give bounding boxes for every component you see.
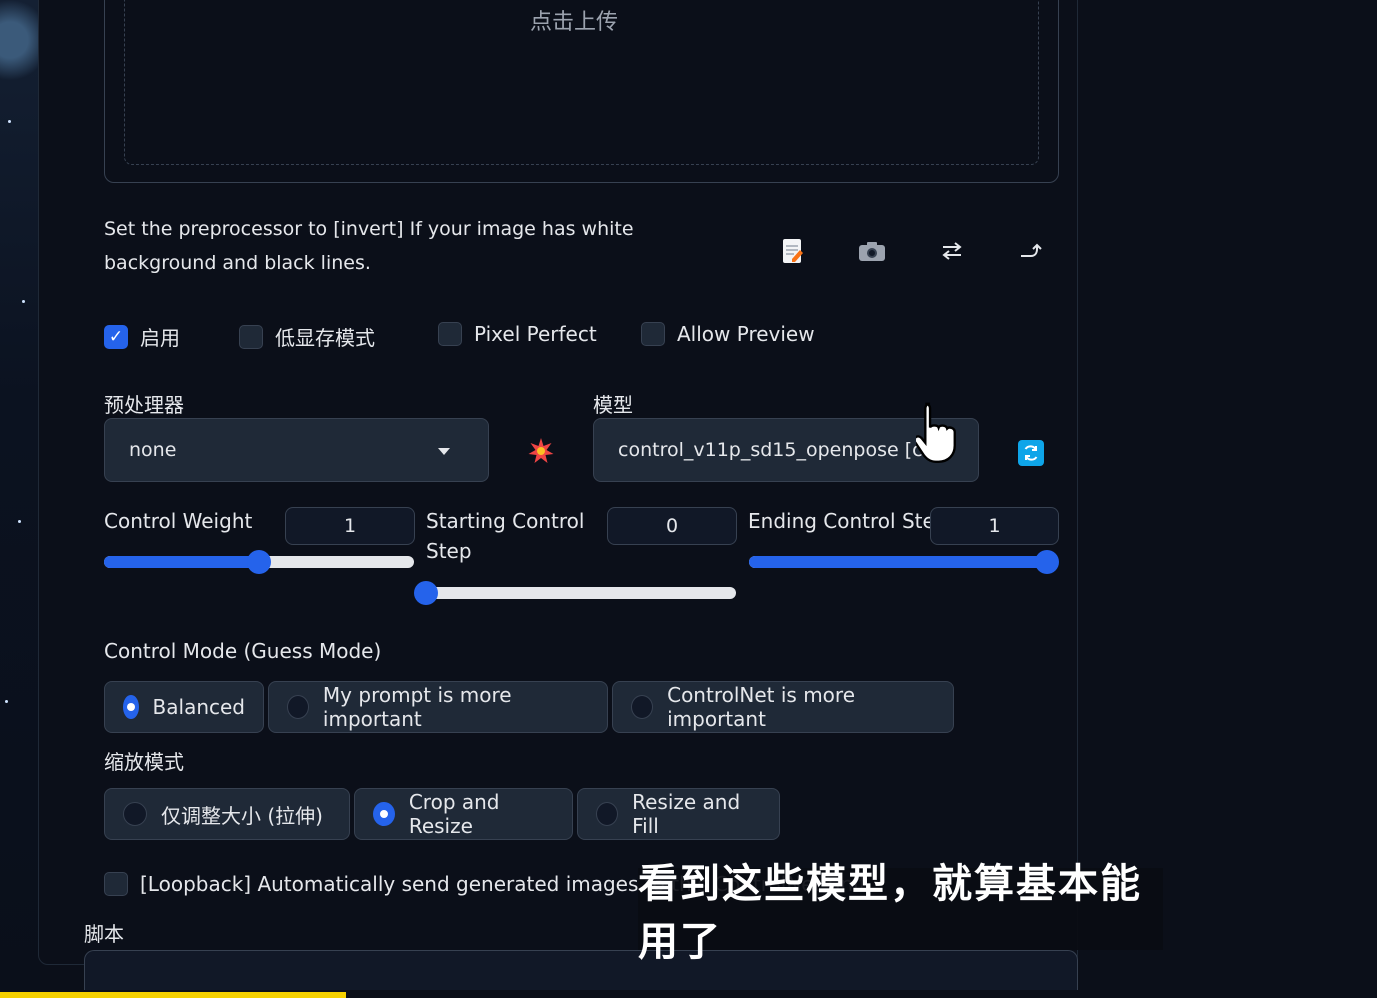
preprocessor-hint: Set the preprocessor to [invert] If your… (104, 218, 634, 274)
star-decoration (22, 300, 25, 303)
starting-step-label-line2: Step (426, 539, 472, 563)
control-weight-fill (104, 556, 259, 568)
control-mode-controlnet[interactable]: ControlNet is more important (612, 681, 954, 733)
right-background (1078, 0, 1377, 998)
resize-mode-resize-fill[interactable]: Resize and Fill (577, 788, 780, 840)
control-weight-handle[interactable] (247, 550, 271, 574)
control-mode-label: Control Mode (Guess Mode) (104, 639, 382, 663)
enable-label: 启用 (140, 326, 180, 350)
preprocessor-select[interactable]: none (104, 418, 489, 482)
edit-icon[interactable] (776, 234, 810, 268)
video-subtitle: 看到这些模型，就算基本能用了 (638, 861, 1163, 965)
script-label: 脚本 (84, 922, 124, 946)
radio-resize-fill[interactable] (596, 802, 619, 826)
resize-mode-option-label: Resize and Fill (632, 790, 741, 838)
video-progress-bar (0, 992, 346, 998)
control-mode-balanced[interactable]: Balanced (104, 681, 264, 733)
pixel-perfect-label: Pixel Perfect (474, 322, 597, 346)
control-weight-input[interactable]: 1 (285, 507, 415, 545)
preprocessor-value: none (129, 439, 177, 461)
model-label: 模型 (593, 393, 633, 417)
star-decoration (5, 700, 8, 703)
starting-step-input[interactable]: 0 (607, 507, 737, 545)
starting-step-handle[interactable] (414, 581, 438, 605)
ending-step-fill (749, 556, 1047, 568)
radio-just-resize[interactable] (123, 802, 147, 826)
run-preprocessor-icon[interactable] (527, 437, 555, 469)
camera-icon[interactable] (855, 234, 889, 268)
starting-step-slider[interactable] (414, 581, 736, 605)
control-mode-option-label: ControlNet is more important (667, 683, 856, 731)
allow-preview-checkbox[interactable] (641, 322, 665, 346)
background-starfield (0, 0, 40, 998)
control-mode-option-label: My prompt is more important (322, 683, 512, 731)
swap-icon[interactable] (935, 234, 969, 268)
control-weight-slider[interactable] (104, 550, 414, 574)
enable-checkbox[interactable]: ✓ (104, 324, 128, 349)
radio-controlnet[interactable] (631, 695, 654, 719)
allow-preview-checkbox-row[interactable]: Allow Preview (641, 322, 815, 346)
radio-prompt[interactable] (287, 695, 309, 719)
ending-step-input[interactable]: 1 (930, 507, 1059, 545)
resize-mode-crop-resize[interactable]: Crop and Resize (354, 788, 573, 840)
resize-mode-option-label: Crop and Resize (408, 790, 500, 838)
model-value: control_v11p_sd15_openpose [c (618, 439, 923, 461)
low-vram-label: 低显存模式 (275, 326, 375, 350)
star-decoration (8, 120, 11, 123)
allow-preview-label: Allow Preview (677, 322, 815, 346)
starting-step-label: Starting Control (426, 509, 585, 533)
control-mode-group: Balanced My prompt is more important Con… (104, 681, 954, 733)
preprocessor-label: 预处理器 (104, 393, 184, 417)
radio-crop-resize[interactable] (373, 802, 395, 826)
resize-mode-group: 仅调整大小 (拉伸) Crop and Resize Resize and Fi… (104, 788, 780, 840)
pixel-perfect-checkbox-row[interactable]: Pixel Perfect (438, 322, 597, 346)
resize-mode-option-label: 仅调整大小 (拉伸) (161, 803, 323, 828)
upload-label[interactable]: 点击上传 (530, 4, 618, 36)
control-mode-option-label: Balanced (152, 695, 245, 719)
loopback-checkbox[interactable] (104, 872, 128, 896)
low-vram-checkbox[interactable] (239, 324, 263, 349)
ending-step-slider[interactable] (749, 550, 1059, 574)
pixel-perfect-checkbox[interactable] (438, 322, 462, 346)
enable-checkbox-row[interactable]: ✓ 启用 (104, 322, 180, 351)
send-up-icon[interactable] (1014, 234, 1048, 268)
chevron-down-icon (438, 448, 450, 455)
star-decoration (18, 520, 21, 523)
radio-balanced[interactable] (123, 695, 139, 719)
refresh-icon[interactable] (1018, 440, 1044, 466)
resize-mode-label: 缩放模式 (104, 750, 184, 774)
low-vram-checkbox-row[interactable]: 低显存模式 (239, 322, 375, 351)
hand-cursor-icon (913, 400, 964, 472)
ending-step-label: Ending Control Step (748, 509, 948, 533)
ending-step-handle[interactable] (1035, 550, 1059, 574)
resize-mode-just-resize[interactable]: 仅调整大小 (拉伸) (104, 788, 350, 840)
control-mode-prompt[interactable]: My prompt is more important (268, 681, 608, 733)
control-weight-label: Control Weight (104, 509, 253, 533)
